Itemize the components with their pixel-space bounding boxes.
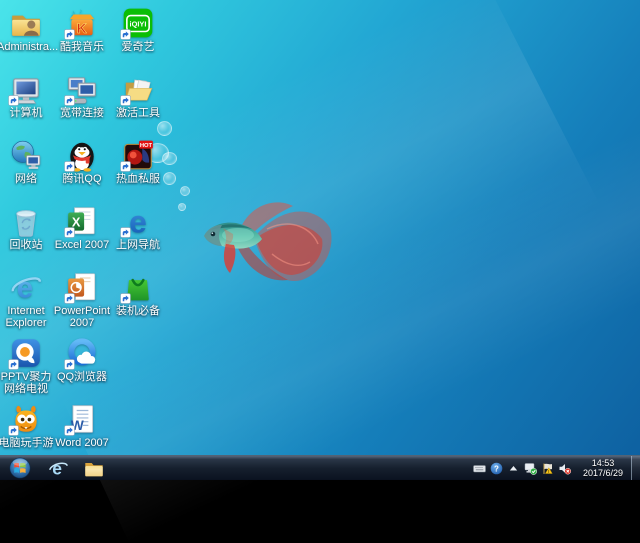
shortcut-arrow-icon (8, 425, 19, 436)
icon-pc-mobile-game[interactable]: 电脑玩手游 (0, 402, 55, 449)
icon-label: PPTV聚力网络电视 (0, 371, 55, 395)
svg-text:e: e (129, 204, 147, 238)
icon-label: 爱奇艺 (109, 41, 167, 53)
icon-label: Word 2007 (53, 437, 111, 449)
shortcut-arrow-icon (8, 95, 19, 106)
shortcut-arrow-icon (64, 293, 75, 304)
icon-label: QQ浏览器 (53, 371, 111, 383)
show-hidden-icons-button[interactable] (506, 461, 520, 475)
taskbar-internet-explorer[interactable]: e (40, 456, 76, 481)
icon-activation-tools[interactable]: 激活工具 (109, 72, 167, 119)
icon-label: PowerPoint 2007 (53, 305, 111, 329)
icon-software-essentials[interactable]: 装机必备 (109, 270, 167, 317)
icon-label: 上网导航 (109, 239, 167, 251)
icon-label: 网络 (0, 173, 55, 185)
icon-tencent-qq[interactable]: 腾讯QQ (53, 138, 111, 185)
icon-label: 电脑玩手游 (0, 437, 55, 449)
clock-time: 14:53 (577, 458, 629, 468)
svg-text:e: e (17, 272, 34, 304)
bubble (178, 203, 186, 211)
show-desktop-button[interactable] (631, 456, 640, 480)
bubble (180, 186, 190, 196)
internet-explorer-icon: e (47, 457, 69, 479)
svg-text:K: K (77, 20, 87, 36)
icon-label: 装机必备 (109, 305, 167, 317)
action-center-flag-icon[interactable]: ! (540, 461, 554, 475)
desktop[interactable]: Administra... ♪♪ K 酷我音乐 iQIYI 爱奇艺 (0, 0, 640, 455)
svg-text:HOT: HOT (140, 143, 153, 149)
icon-administrator-folder[interactable]: Administra... (0, 6, 55, 53)
network-status-icon[interactable] (523, 461, 537, 475)
icon-powerpoint-2007[interactable]: PowerPoint 2007 (53, 270, 111, 329)
shortcut-arrow-icon (64, 95, 75, 106)
svg-text:e: e (52, 458, 62, 478)
icon-label: 酷我音乐 (53, 41, 111, 53)
bubble (157, 121, 172, 136)
network-icon (9, 138, 43, 172)
shortcut-arrow-icon (120, 293, 131, 304)
svg-text:iQIYI: iQIYI (130, 20, 147, 29)
taskbar: e ? (0, 455, 640, 480)
help-icon[interactable]: ? (489, 461, 503, 475)
icon-pptv[interactable]: PPTV聚力网络电视 (0, 336, 55, 395)
internet-explorer-icon: e (9, 270, 43, 304)
taskbar-clock[interactable]: 14:53 2017/6/29 (575, 458, 631, 478)
recycle-bin-icon (9, 204, 43, 238)
volume-muted-icon[interactable] (557, 461, 571, 475)
icon-label: 宽带连接 (53, 107, 111, 119)
icon-recycle-bin[interactable]: 回收站 (0, 204, 55, 251)
taskbar-windows-explorer[interactable] (76, 456, 112, 481)
clock-date: 2017/6/29 (577, 468, 629, 478)
icon-word-2007[interactable]: W Word 2007 (53, 402, 111, 449)
icon-web-navigation[interactable]: e 上网导航 (109, 204, 167, 251)
shortcut-arrow-icon (64, 227, 75, 238)
icon-excel-2007[interactable]: X Excel 2007 (53, 204, 111, 251)
icon-internet-explorer[interactable]: e Internet Explorer (0, 270, 55, 329)
svg-text:?: ? (494, 464, 499, 473)
icon-label: Administra... (0, 41, 55, 53)
icon-label: 计算机 (0, 107, 55, 119)
icon-qq-browser[interactable]: QQ浏览器 (53, 336, 111, 383)
icon-label: 腾讯QQ (53, 173, 111, 185)
betta-fish-image (192, 183, 342, 295)
icon-network[interactable]: 网络 (0, 138, 55, 185)
shortcut-arrow-icon (64, 359, 75, 370)
taskbar-right: ? ! 14:53 (468, 456, 640, 480)
shortcut-arrow-icon (64, 161, 75, 172)
icon-computer[interactable]: 计算机 (0, 72, 55, 119)
shortcut-arrow-icon (120, 95, 131, 106)
icon-kuwo-music[interactable]: ♪♪ K 酷我音乐 (53, 6, 111, 53)
start-button[interactable] (0, 456, 40, 481)
icon-label: Excel 2007 (53, 239, 111, 251)
icon-label: Internet Explorer (0, 305, 55, 329)
icon-iqiyi[interactable]: iQIYI 爱奇艺 (109, 6, 167, 53)
svg-text:♪: ♪ (79, 6, 83, 15)
shortcut-arrow-icon (64, 29, 75, 40)
windows-logo-icon (9, 457, 31, 479)
user-folder-icon (9, 6, 43, 40)
folder-icon (83, 457, 105, 479)
icon-broadband-connection[interactable]: 宽带连接 (53, 72, 111, 119)
icon-hot-game[interactable]: HOT 热血私服 (109, 138, 167, 185)
shortcut-arrow-icon (64, 425, 75, 436)
system-tray: ? ! (468, 461, 575, 475)
shortcut-arrow-icon (8, 359, 19, 370)
icon-label: 激活工具 (109, 107, 167, 119)
shortcut-arrow-icon (120, 29, 131, 40)
icon-label: 热血私服 (109, 173, 167, 185)
input-method-keyboard-icon[interactable] (472, 461, 486, 475)
shortcut-arrow-icon (120, 161, 131, 172)
shortcut-arrow-icon (120, 227, 131, 238)
icon-label: 回收站 (0, 239, 55, 251)
